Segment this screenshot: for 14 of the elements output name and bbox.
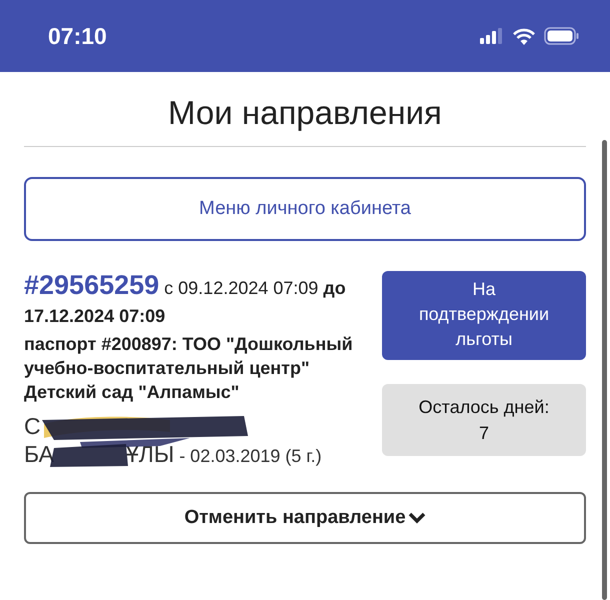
page-title: Мои направления [167,94,443,132]
cancel-button[interactable]: Отменить направление [24,492,586,544]
status-badge: На подтверждении льготы [382,271,586,360]
battery-icon [544,27,580,45]
scrollbar[interactable] [602,140,607,600]
days-left-label: Осталось дней: [418,396,550,419]
status-time: 07:10 [48,22,107,50]
child-name-text: С [24,412,41,440]
menu-button[interactable]: Меню личного кабинета [24,177,586,241]
chevron-down-icon [408,512,426,524]
wifi-icon [512,28,536,44]
institution-text: паспорт #200897: ТОО "Дошкольный учебно-воспитательный центр" Детский сад "Алпамыс" [24,333,354,404]
days-left-count: 7 [478,422,489,445]
signal-icon [480,28,504,44]
